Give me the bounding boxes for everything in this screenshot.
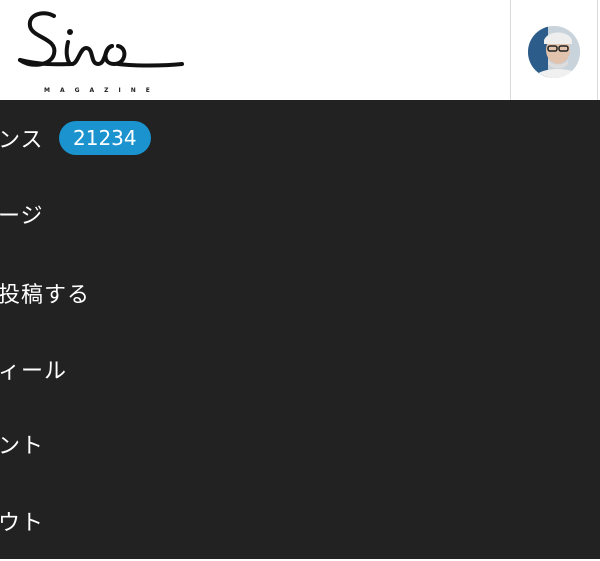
menu-item-page[interactable]: ージ [0,176,600,252]
menu-item-logout[interactable]: ウト [0,483,600,559]
menu-item-label: ィール [0,359,68,384]
user-avatar[interactable] [528,26,580,78]
menu-item-notifications[interactable]: ンス 21234 [0,100,600,176]
logo-script-graphic [18,11,184,68]
notification-count-badge: 21234 [59,121,151,155]
menu-item-post[interactable]: 投稿する [0,255,600,331]
menu-item-label: ージ [0,204,44,229]
avatar-icon [528,26,580,78]
logo-subtitle: MAGAZINE [44,87,160,94]
site-logo[interactable]: MAGAZINE [14,8,184,96]
menu-item-label: 投稿する [0,283,91,308]
site-header: MAGAZINE [0,0,600,100]
menu-item-label: ウト [0,511,45,536]
menu-item-label: ント [0,434,45,459]
header-divider-right [597,0,598,100]
menu-item-account[interactable]: ント [0,406,600,482]
menu-item-label: ンス [0,128,44,153]
side-menu: ンス 21234 ージ 投稿する ィール ント ウト [0,100,600,559]
menu-item-profile[interactable]: ィール [0,331,600,407]
header-divider [510,0,511,100]
